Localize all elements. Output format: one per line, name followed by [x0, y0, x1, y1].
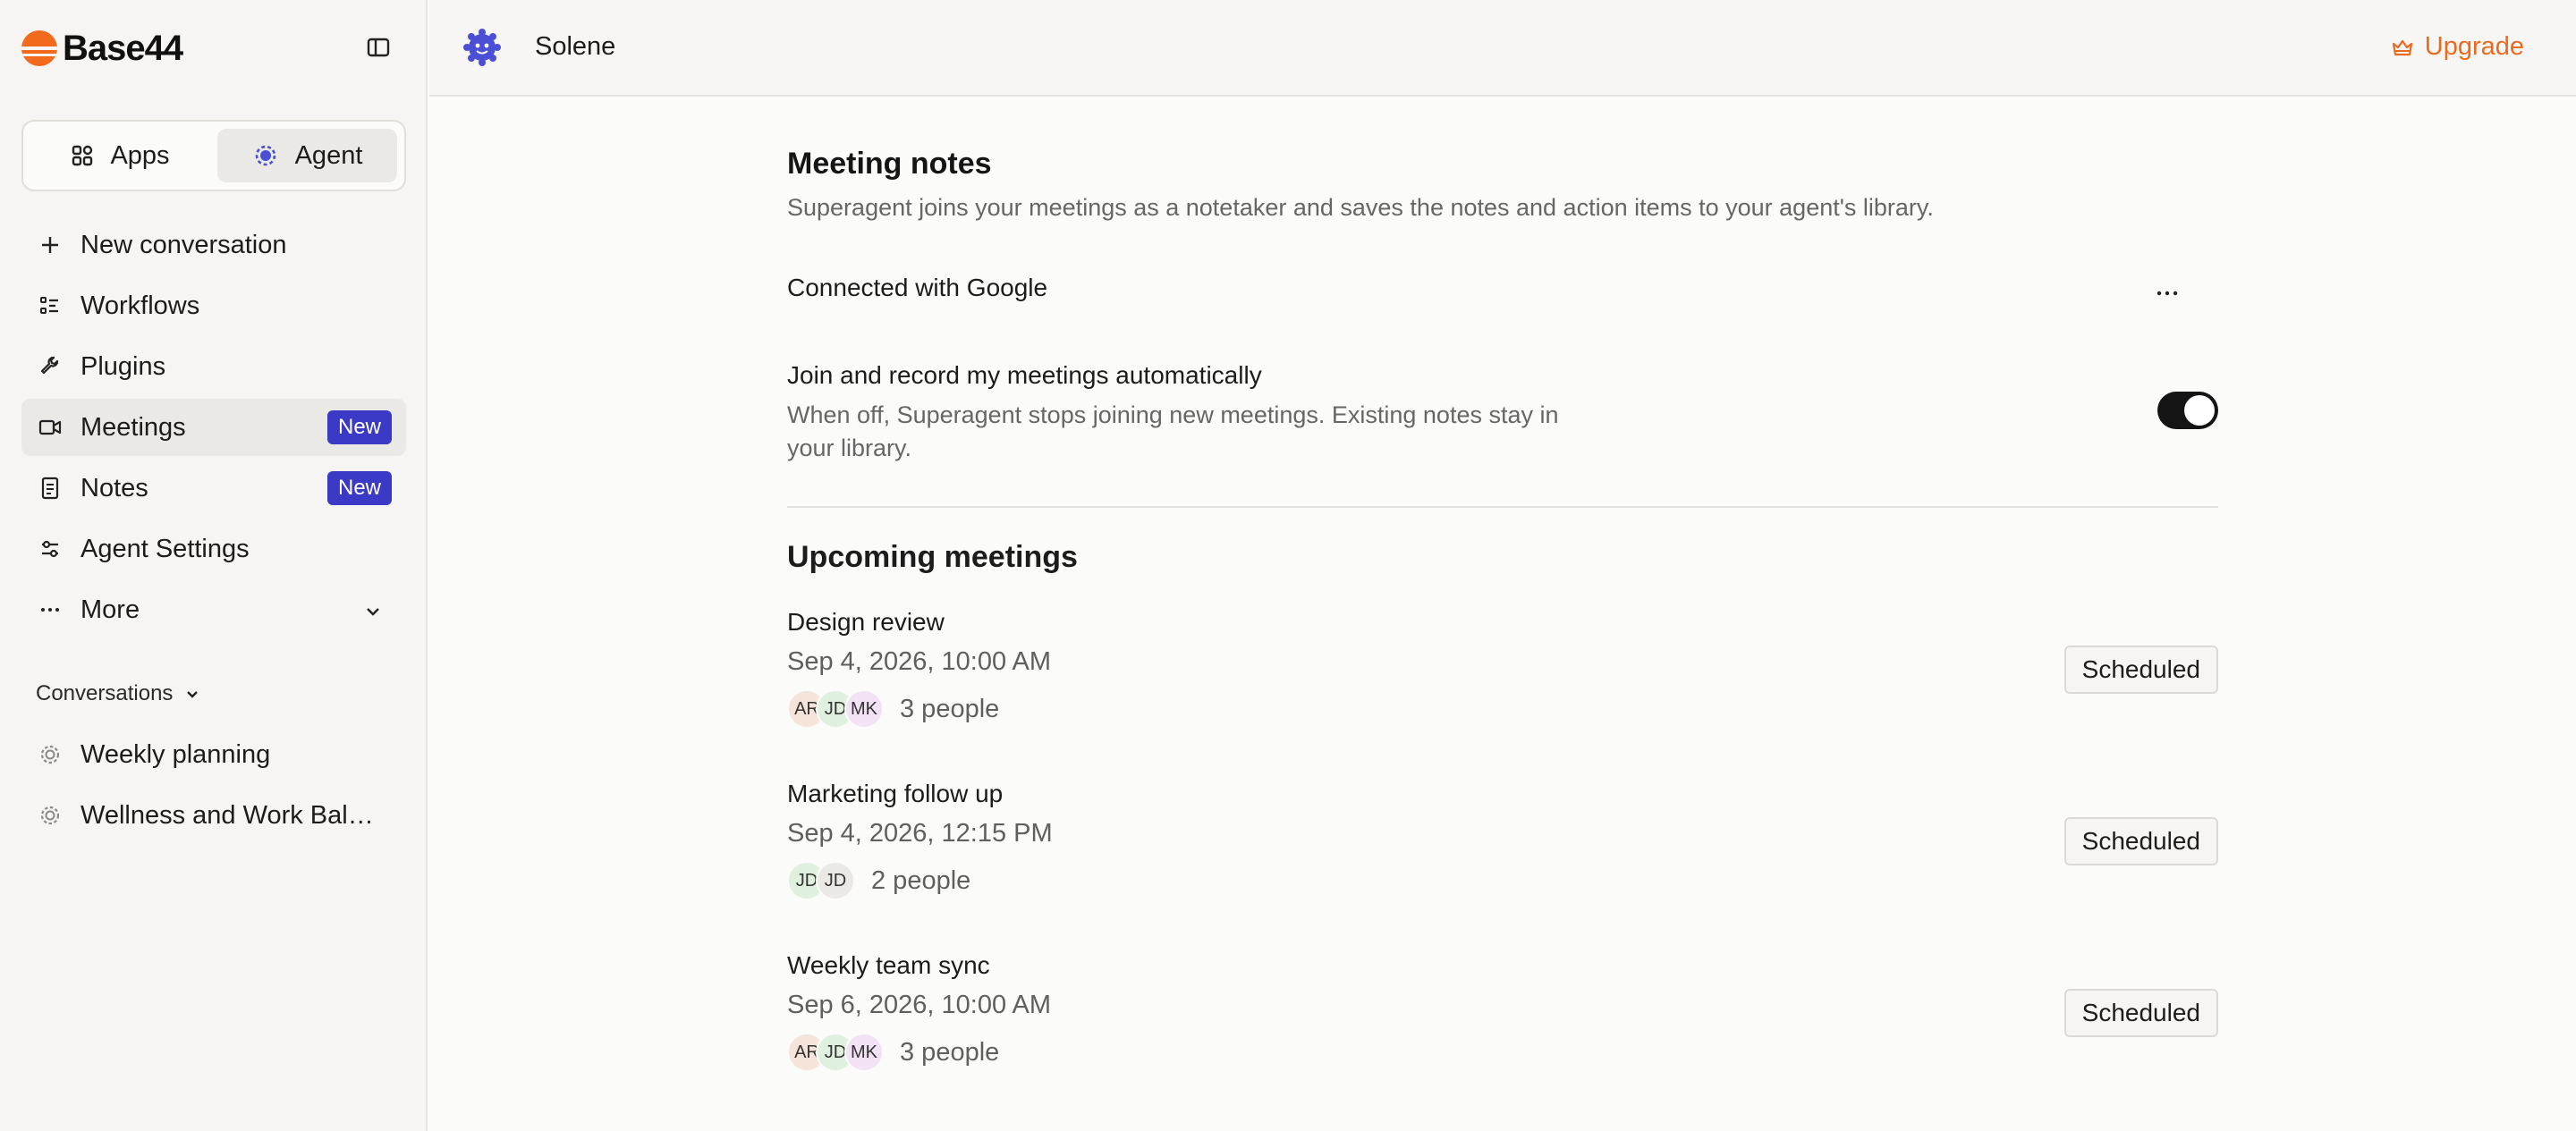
wrench-icon — [38, 354, 63, 379]
status-badge: Scheduled — [2063, 646, 2218, 694]
new-badge: New — [326, 410, 392, 444]
nav-meetings[interactable]: Meetings New — [21, 399, 406, 456]
nav-label: Notes — [80, 473, 148, 502]
nav-label: New conversation — [80, 230, 287, 259]
conversation-title: Wellness and Work Bala… — [80, 800, 385, 830]
video-icon — [38, 415, 63, 440]
nav-new-conversation[interactable]: New conversation — [21, 216, 406, 274]
status-badge: Scheduled — [2063, 817, 2218, 865]
meeting-title: Weekly team sync — [787, 951, 990, 979]
participants: JD JD 2 people — [787, 861, 2218, 900]
people-count: 3 people — [900, 1037, 1000, 1067]
avatar: MK — [844, 1033, 884, 1072]
apps-tab-label: Apps — [110, 140, 170, 170]
meeting-date: Sep 4, 2026, 10:00 AM — [787, 647, 1052, 676]
brand-name: Base44 — [63, 28, 183, 68]
meeting-row[interactable]: Weekly team sync Sep 6, 2026, 10:00 AM A… — [787, 951, 2218, 1103]
ellipsis-icon — [2157, 291, 2178, 296]
auto-join-description: When off, Superagent stops joining new m… — [787, 401, 1559, 461]
agent-tab-label: Agent — [294, 140, 363, 170]
main-nav: New conversation Workflows Plugins Meeti… — [21, 216, 406, 642]
meeting-row[interactable]: Marketing follow up Sep 4, 2026, 12:15 P… — [787, 780, 2218, 932]
crown-icon — [2392, 39, 2412, 55]
nav-label: Agent Settings — [80, 534, 250, 563]
agent-gear-icon — [255, 145, 275, 166]
avatar: MK — [844, 689, 884, 729]
nav-notes[interactable]: Notes New — [21, 460, 406, 517]
conversation-item[interactable]: Weekly planning — [21, 726, 406, 783]
chevron-down-icon — [187, 691, 199, 698]
status-badge: Scheduled — [2063, 989, 2218, 1037]
upgrade-label: Upgrade — [2424, 32, 2524, 61]
people-count: 2 people — [871, 865, 971, 895]
upgrade-button[interactable]: Upgrade — [2391, 32, 2524, 62]
auto-join-title: Join and record my meetings automaticall… — [787, 361, 1262, 389]
agent-gear-icon — [38, 742, 63, 767]
agent-tab[interactable]: Agent — [217, 129, 397, 182]
base44-logo-icon — [21, 30, 57, 66]
meeting-date: Sep 4, 2026, 12:15 PM — [787, 819, 1053, 848]
apps-tab[interactable]: Apps — [30, 129, 210, 182]
nav-agent-settings[interactable]: Agent Settings — [21, 520, 406, 578]
agent-gear-icon — [38, 803, 63, 828]
upcoming-meetings-title: Upcoming meetings — [787, 540, 1078, 574]
conversations-header[interactable]: Conversations — [36, 681, 201, 706]
more-options-button[interactable] — [2156, 275, 2191, 304]
mode-switcher: Apps Agent — [21, 120, 406, 191]
nav-workflows[interactable]: Workflows — [21, 277, 406, 334]
conversations-heading: Conversations — [36, 681, 174, 705]
conversation-list: Weekly planning Wellness and Work Bala… — [21, 726, 406, 848]
nav-label: Meetings — [80, 412, 186, 442]
meeting-row[interactable]: Design review Sep 4, 2026, 10:00 AM AR J… — [787, 608, 2218, 760]
new-badge: New — [326, 471, 392, 505]
sidebar-toggle-icon — [367, 38, 390, 57]
document-icon — [38, 476, 63, 501]
top-bar — [429, 0, 2576, 97]
divider — [787, 506, 2218, 508]
section-title: Meeting notes — [787, 147, 992, 181]
ellipsis-icon — [38, 597, 63, 622]
nav-label: Workflows — [80, 291, 200, 320]
agent-name: Solene — [535, 32, 616, 61]
nav-label: Plugins — [80, 351, 166, 381]
apps-grid-icon — [72, 145, 93, 166]
collapse-sidebar-button[interactable] — [365, 34, 392, 61]
conversation-item[interactable]: Wellness and Work Bala… — [21, 787, 406, 844]
workflows-icon — [38, 293, 63, 318]
participants: AR JD MK 3 people — [787, 689, 2218, 729]
meeting-title: Design review — [787, 608, 945, 636]
brand-logo[interactable]: Base44 — [21, 27, 183, 70]
nav-label: More — [80, 595, 140, 624]
chevron-down-icon — [363, 599, 383, 629]
meeting-title: Marketing follow up — [787, 780, 1004, 807]
conversation-title: Weekly planning — [80, 739, 271, 769]
nav-more[interactable]: More — [21, 581, 406, 638]
nav-plugins[interactable]: Plugins — [21, 338, 406, 395]
section-subtitle: Superagent joins your meetings as a note… — [787, 194, 1934, 221]
plus-icon — [38, 232, 63, 257]
sliders-icon — [38, 536, 63, 561]
people-count: 3 people — [900, 694, 1000, 723]
avatar: JD — [816, 861, 855, 900]
agent-avatar-icon — [463, 29, 501, 66]
google-connection-row: Connected with Google — [787, 274, 2218, 302]
meeting-notes-section: Meeting notes Superagent joins your meet… — [787, 147, 1934, 222]
meeting-date: Sep 6, 2026, 10:00 AM — [787, 991, 1052, 1019]
sidebar: Base44 Apps Agent New conversation Workf… — [0, 0, 428, 1131]
participants: AR JD MK 3 people — [787, 1033, 2218, 1072]
connection-status: Connected with Google — [787, 274, 1048, 301]
auto-join-toggle[interactable] — [2157, 392, 2218, 429]
